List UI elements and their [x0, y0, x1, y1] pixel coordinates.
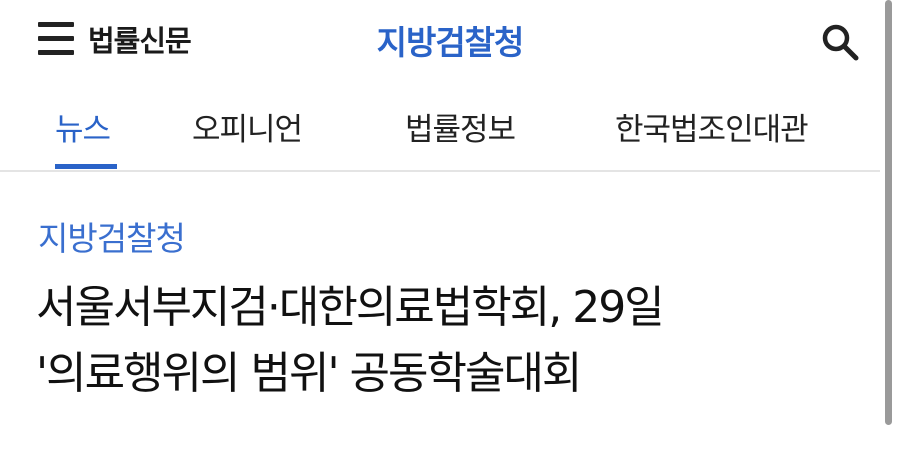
category-tabs: 뉴스 오피니언 법률정보 한국법조인대관 [0, 100, 880, 172]
headline-line: '의료행위의 범위' 공동학술대회 [36, 348, 582, 399]
search-icon[interactable] [820, 22, 860, 62]
tab-lawyer-directory[interactable]: 한국법조인대관 [615, 104, 809, 149]
active-tab-indicator [55, 164, 117, 169]
headline-line: 서울서부지검·대한의료법학회, 29일 [36, 282, 665, 333]
article-category[interactable]: 지방검찰청 [38, 212, 186, 260]
app-header: 법률신문 지방검찰청 [0, 0, 880, 80]
scrollbar[interactable] [885, 0, 892, 425]
tab-legal-info[interactable]: 법률정보 [405, 104, 516, 149]
tab-news[interactable]: 뉴스 [55, 104, 111, 149]
tab-opinion[interactable]: 오피니언 [192, 104, 303, 149]
page-title: 지방검찰청 [376, 23, 525, 62]
article-headline[interactable]: 서울서부지검·대한의료법학회, 29일 '의료행위의 범위' 공동학술대회 [36, 275, 665, 407]
search-icon-glyph [822, 24, 859, 61]
